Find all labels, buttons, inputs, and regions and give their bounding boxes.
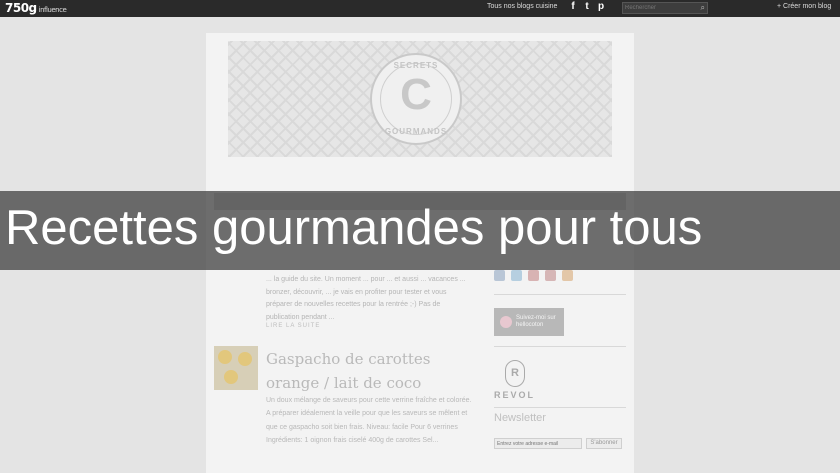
post-thumbnail[interactable]	[214, 346, 258, 390]
newsletter-title: Newsletter	[494, 412, 546, 424]
post-title[interactable]: Gaspacho de carottes orange / lait de co…	[266, 347, 476, 395]
site-logo[interactable]: 750g influence	[5, 1, 67, 15]
all-blogs-link[interactable]: Tous nos blogs cuisine	[487, 3, 557, 10]
badge-letter: C	[400, 70, 432, 119]
pinterest-icon[interactable]	[528, 270, 539, 281]
create-blog-link[interactable]: + Créer mon blog	[777, 3, 831, 10]
thumbnail-verrine	[224, 370, 238, 384]
follow-label: Suivez-moi sur hellocoton	[516, 315, 556, 328]
twitter-icon[interactable]	[511, 270, 522, 281]
rss-icon[interactable]	[562, 270, 573, 281]
hellocoton-icon	[500, 316, 512, 328]
search-box: ⌕	[622, 2, 708, 14]
newsletter-email-input[interactable]	[494, 438, 582, 449]
post-excerpt: Un doux mélange de saveurs pour cette ve…	[266, 397, 472, 444]
social-links: ftp	[566, 1, 608, 12]
thumbnail-verrine	[238, 352, 252, 366]
revol-wordmark: REVOL	[494, 390, 536, 400]
title-overlay: Recettes gourmandes pour tous	[0, 191, 840, 270]
sidebar-social-icons	[494, 268, 579, 286]
sidebar-divider	[494, 346, 626, 347]
thumbnail-verrine	[218, 350, 232, 364]
pinterest-icon[interactable]: p	[594, 1, 608, 12]
twitter-icon[interactable]: t	[580, 1, 594, 12]
logo-subtitle: influence	[38, 6, 67, 14]
revol-emblem: R	[505, 360, 525, 387]
revol-logo[interactable]: R REVOL	[494, 358, 544, 404]
hellocoton-follow-button[interactable]: Suivez-moi sur hellocoton	[494, 308, 564, 336]
search-icon[interactable]: ⌕	[701, 3, 705, 13]
subscribe-button[interactable]: S'abonner	[586, 438, 622, 449]
top-bar: 750g influence Tous nos blogs cuisine ftp…	[0, 0, 840, 17]
sidebar-divider	[494, 407, 626, 408]
search-input[interactable]	[625, 3, 695, 13]
youtube-icon[interactable]	[545, 270, 556, 281]
facebook-icon[interactable]	[494, 270, 505, 281]
badge-top-text: SECRETS	[393, 61, 439, 70]
blog-logo-badge: SECRETS C GOURMANDS	[370, 53, 462, 145]
badge-bottom-text: GOURMANDS	[384, 127, 448, 136]
post-excerpt: ... la guide du site. Un moment ... pour…	[266, 276, 466, 321]
read-more-link[interactable]: LIRE LA SUITE	[266, 323, 320, 329]
sidebar-divider	[494, 294, 626, 295]
facebook-icon[interactable]: f	[566, 1, 580, 12]
page-title: Recettes gourmandes pour tous	[5, 201, 703, 255]
blog-banner[interactable]: SECRETS C GOURMANDS	[228, 41, 612, 157]
